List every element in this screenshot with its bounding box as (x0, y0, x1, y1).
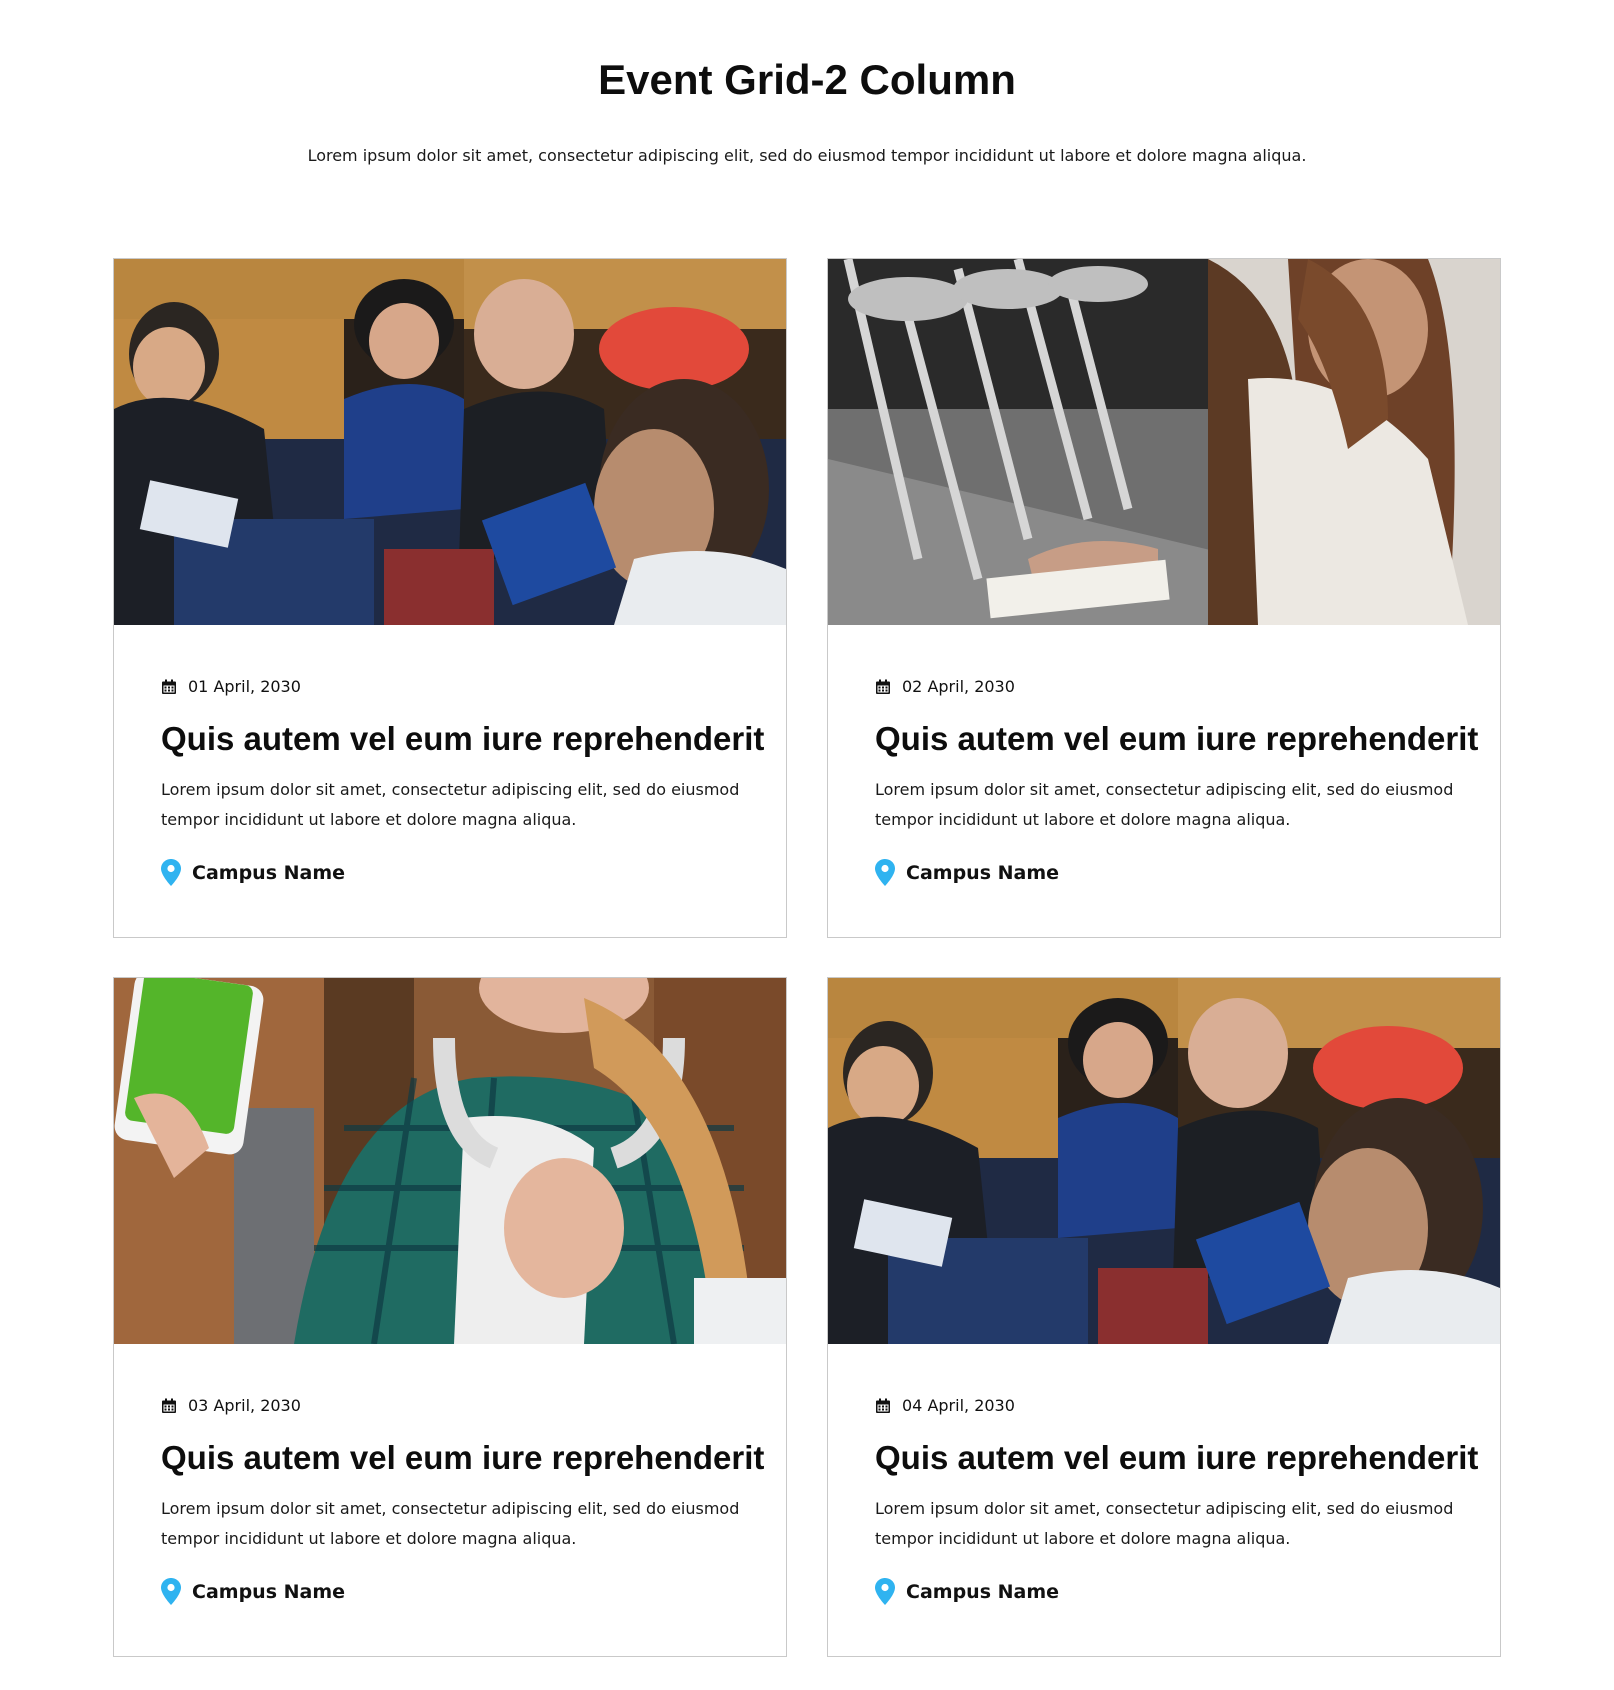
event-card[interactable]: 02 April, 2030 Quis autem vel eum iure r… (827, 258, 1501, 938)
event-title[interactable]: Quis autem vel eum iure reprehenderit (875, 1436, 1478, 1480)
event-location: Campus Name (875, 1578, 1059, 1605)
calendar-icon (162, 1398, 176, 1413)
event-title[interactable]: Quis autem vel eum iure reprehenderit (875, 717, 1478, 761)
audience-photo (828, 978, 1500, 1344)
event-card[interactable]: 04 April, 2030 Quis autem vel eum iure r… (827, 977, 1501, 1657)
event-location-text: Campus Name (906, 1580, 1060, 1603)
event-date-text: 01 April, 2030 (188, 677, 301, 696)
audience-photo (114, 259, 786, 625)
event-image-audience[interactable] (114, 259, 786, 625)
calendar-icon (162, 679, 176, 694)
event-date-text: 02 April, 2030 (902, 677, 1015, 696)
map-pin-icon (875, 1578, 895, 1605)
map-pin-icon (161, 859, 181, 886)
event-location: Campus Name (161, 859, 345, 886)
reading-photo (828, 259, 1500, 625)
event-location-text: Campus Name (192, 861, 346, 884)
event-card-body: 03 April, 2030 Quis autem vel eum iure r… (114, 1344, 786, 1656)
event-date: 04 April, 2030 (875, 1395, 1015, 1417)
event-location-text: Campus Name (192, 1580, 346, 1603)
event-location-text: Campus Name (906, 861, 1060, 884)
event-date: 03 April, 2030 (161, 1395, 301, 1417)
calendar-icon (876, 679, 890, 694)
event-image-student[interactable] (114, 978, 786, 1344)
event-card-body: 04 April, 2030 Quis autem vel eum iure r… (828, 1344, 1500, 1656)
page-subtitle: Lorem ipsum dolor sit amet, consectetur … (307, 146, 1307, 165)
map-pin-icon (875, 859, 895, 886)
event-date-text: 04 April, 2030 (902, 1396, 1015, 1415)
event-image-audience[interactable] (828, 978, 1500, 1344)
event-card[interactable]: 01 April, 2030 Quis autem vel eum iure r… (113, 258, 787, 938)
event-location: Campus Name (161, 1578, 345, 1605)
event-description: Lorem ipsum dolor sit amet, consectetur … (161, 1499, 740, 1548)
event-date: 02 April, 2030 (875, 676, 1015, 698)
page-title: Event Grid-2 Column (598, 56, 1016, 103)
event-date: 01 April, 2030 (161, 676, 301, 698)
event-location: Campus Name (875, 859, 1059, 886)
event-date-text: 03 April, 2030 (188, 1396, 301, 1415)
event-title[interactable]: Quis autem vel eum iure reprehenderit (161, 1436, 764, 1480)
event-card-body: 01 April, 2030 Quis autem vel eum iure r… (114, 625, 786, 937)
event-grid: 01 April, 2030 Quis autem vel eum iure r… (113, 258, 1501, 1657)
calendar-icon (876, 1398, 890, 1413)
event-image-reading[interactable] (828, 259, 1500, 625)
event-description: Lorem ipsum dolor sit amet, consectetur … (161, 780, 740, 829)
event-card-body: 02 April, 2030 Quis autem vel eum iure r… (828, 625, 1500, 937)
student-photo (114, 978, 786, 1344)
event-description: Lorem ipsum dolor sit amet, consectetur … (875, 1499, 1454, 1548)
event-description: Lorem ipsum dolor sit amet, consectetur … (875, 780, 1454, 829)
map-pin-icon (161, 1578, 181, 1605)
event-title[interactable]: Quis autem vel eum iure reprehenderit (161, 717, 764, 761)
event-card[interactable]: 03 April, 2030 Quis autem vel eum iure r… (113, 977, 787, 1657)
